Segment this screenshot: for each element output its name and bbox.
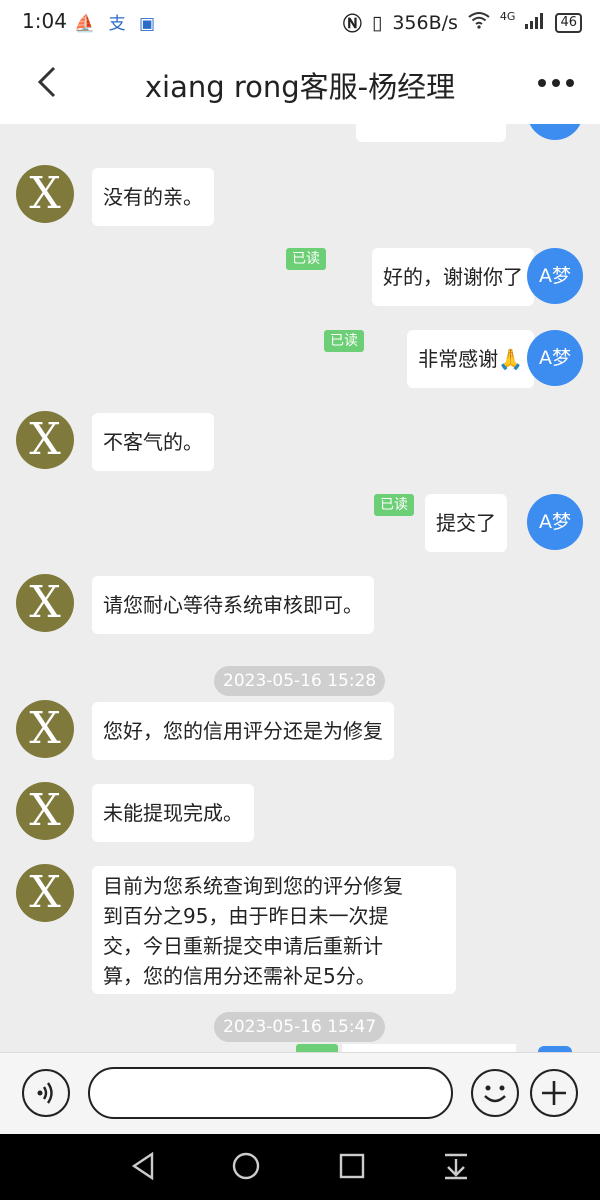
wifi-icon xyxy=(468,11,490,34)
back-triangle-icon[interactable] xyxy=(128,1150,160,1182)
message-bubble-partial xyxy=(356,124,506,142)
input-bar xyxy=(0,1052,600,1135)
voice-button[interactable] xyxy=(22,1069,70,1117)
status-right: Ⓝ ▯ 356B/s 4G 46 xyxy=(343,9,582,36)
emoji-button[interactable] xyxy=(471,1069,519,1117)
user-avatar[interactable]: A梦 xyxy=(527,494,583,550)
emoji-icon xyxy=(484,1085,506,1103)
message-bubble: 不客气的。 xyxy=(92,413,214,471)
user-avatar[interactable]: A梦 xyxy=(527,330,583,386)
read-badge: 已读 xyxy=(286,248,326,270)
agent-avatar[interactable]: X xyxy=(16,574,74,632)
notification-pull-icon[interactable] xyxy=(440,1150,472,1182)
vibrate-icon: ▯ xyxy=(371,11,383,34)
read-badge-partial xyxy=(296,1044,338,1052)
notification-icons: ⛵ 支 ▣ xyxy=(74,14,160,34)
message-line: 目前为您系统查询到您的评分修复 xyxy=(103,874,403,898)
user-avatar-partial xyxy=(527,124,583,140)
message-bubble: 没有的亲。 xyxy=(92,168,214,226)
signal-bars-icon xyxy=(525,12,545,34)
message-bubble: 非常感谢🙏 xyxy=(407,330,534,388)
agent-avatar[interactable]: X xyxy=(16,165,74,223)
message-bubble: 您好，您的信用评分还是为修复 xyxy=(92,702,394,760)
voice-icon xyxy=(37,1082,53,1104)
read-badge: 已读 xyxy=(324,330,364,352)
status-bar: 1:04 ⛵ 支 ▣ Ⓝ ▯ 356B/s 4G 46 xyxy=(0,0,600,42)
system-nav-bar xyxy=(0,1134,600,1200)
chat-title: xiang rong客服-杨经理 xyxy=(144,70,456,104)
battery-icon: 46 xyxy=(555,12,582,33)
more-dots-icon xyxy=(538,79,574,87)
agent-avatar[interactable]: X xyxy=(16,411,74,469)
message-bubble: 好的，谢谢你了 xyxy=(372,248,534,306)
home-circle-icon[interactable] xyxy=(230,1150,262,1182)
timestamp-divider: 2023-05-16 15:47 xyxy=(214,1012,386,1042)
recents-square-icon[interactable] xyxy=(336,1150,368,1182)
add-button[interactable] xyxy=(530,1069,578,1117)
agent-avatar[interactable]: X xyxy=(16,782,74,840)
nfc-icon: Ⓝ xyxy=(342,13,362,35)
agent-avatar[interactable]: X xyxy=(16,700,74,758)
network-speed: 356B/s xyxy=(392,11,458,34)
chat-header: xiang rong客服-杨经理 xyxy=(0,42,600,124)
plus-icon xyxy=(542,1081,566,1105)
message-bubble: 请您耐心等待系统审核即可。 xyxy=(92,576,374,634)
signal-icon: 4G xyxy=(499,10,516,23)
timestamp-divider: 2023-05-16 15:28 xyxy=(214,666,386,696)
user-avatar[interactable]: A梦 xyxy=(527,248,583,304)
message-bubble: 目前为您系统查询到您的评分修复 到百分之95，由于昨日未一次提 交，今日重新提交… xyxy=(92,866,456,994)
agent-avatar[interactable]: X xyxy=(16,864,74,922)
read-badge: 已读 xyxy=(374,494,414,516)
chat-messages[interactable]: X 没有的亲。 已读 好的，谢谢你了 A梦 已读 非常感谢🙏 A梦 X 不客气的… xyxy=(0,124,600,1052)
message-line: 到百分之95，由于昨日未一次提 xyxy=(103,904,389,928)
message-bubble: 提交了 xyxy=(425,494,507,552)
message-line: 交，今日重新提交申请后重新计 xyxy=(103,934,383,958)
status-time: 1:04 xyxy=(22,9,67,33)
more-options-button[interactable] xyxy=(536,68,576,98)
message-bubble: 未能提现完成。 xyxy=(92,784,254,842)
message-bubble-partial xyxy=(342,1044,516,1052)
message-line: 算，您的信用分还需补足5分。 xyxy=(103,964,376,988)
message-input[interactable] xyxy=(88,1067,453,1119)
